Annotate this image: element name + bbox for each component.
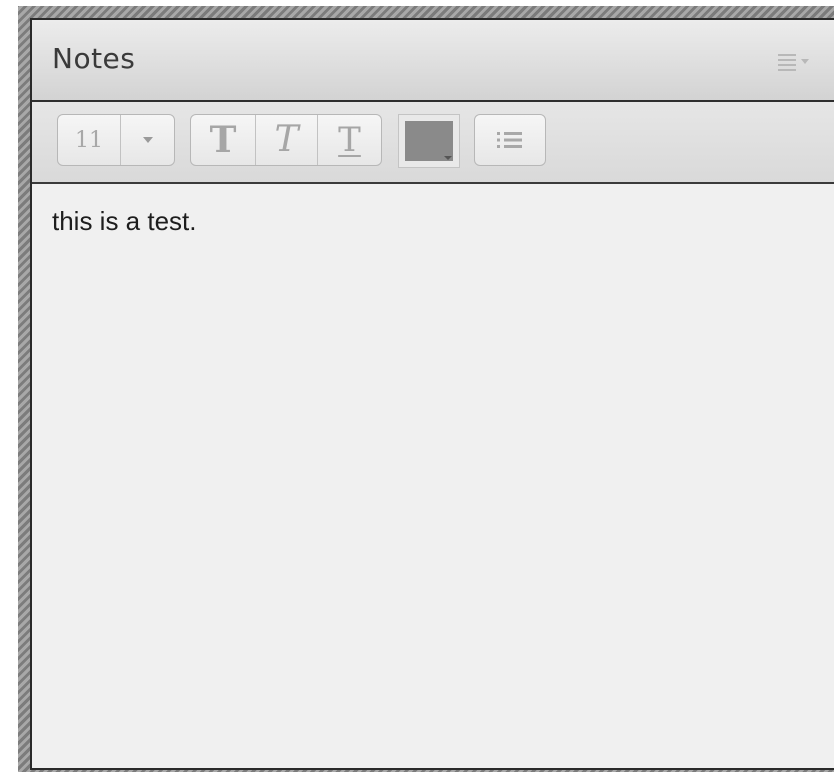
list-button[interactable] (474, 114, 546, 166)
left-margin (0, 0, 18, 772)
font-size-field[interactable]: 11 (58, 115, 120, 165)
font-size-dropdown-button[interactable] (120, 115, 174, 165)
note-editor[interactable]: this is a test. (32, 184, 834, 768)
text-color-button[interactable] (398, 114, 460, 168)
bold-icon: T (209, 119, 237, 161)
text-color-swatch (405, 121, 453, 161)
top-margin-overlay (0, 0, 834, 6)
bullet-list-icon (497, 132, 522, 148)
font-size-control: 11 (57, 114, 175, 166)
bold-button[interactable]: T (191, 115, 255, 165)
text-style-group: T T T (190, 114, 382, 166)
list-button-inner[interactable] (475, 115, 545, 165)
panel-title: Notes (52, 42, 136, 75)
font-size-value: 11 (75, 127, 103, 153)
panel-menu-button[interactable] (776, 50, 816, 74)
italic-button[interactable]: T (255, 115, 317, 165)
chevron-down-icon (142, 137, 153, 143)
hamburger-menu-dropdown-icon (778, 54, 809, 71)
note-text: this is a test. (52, 206, 197, 236)
formatting-toolbar: 11 T T T (32, 102, 834, 184)
panel-header: Notes (32, 20, 834, 102)
underline-button[interactable]: T (317, 115, 381, 165)
color-dropdown-icon (444, 156, 452, 160)
notes-panel: Notes 11 T T T this is a test. (30, 18, 834, 770)
italic-icon: T (274, 119, 299, 160)
underline-icon: T (338, 120, 361, 160)
